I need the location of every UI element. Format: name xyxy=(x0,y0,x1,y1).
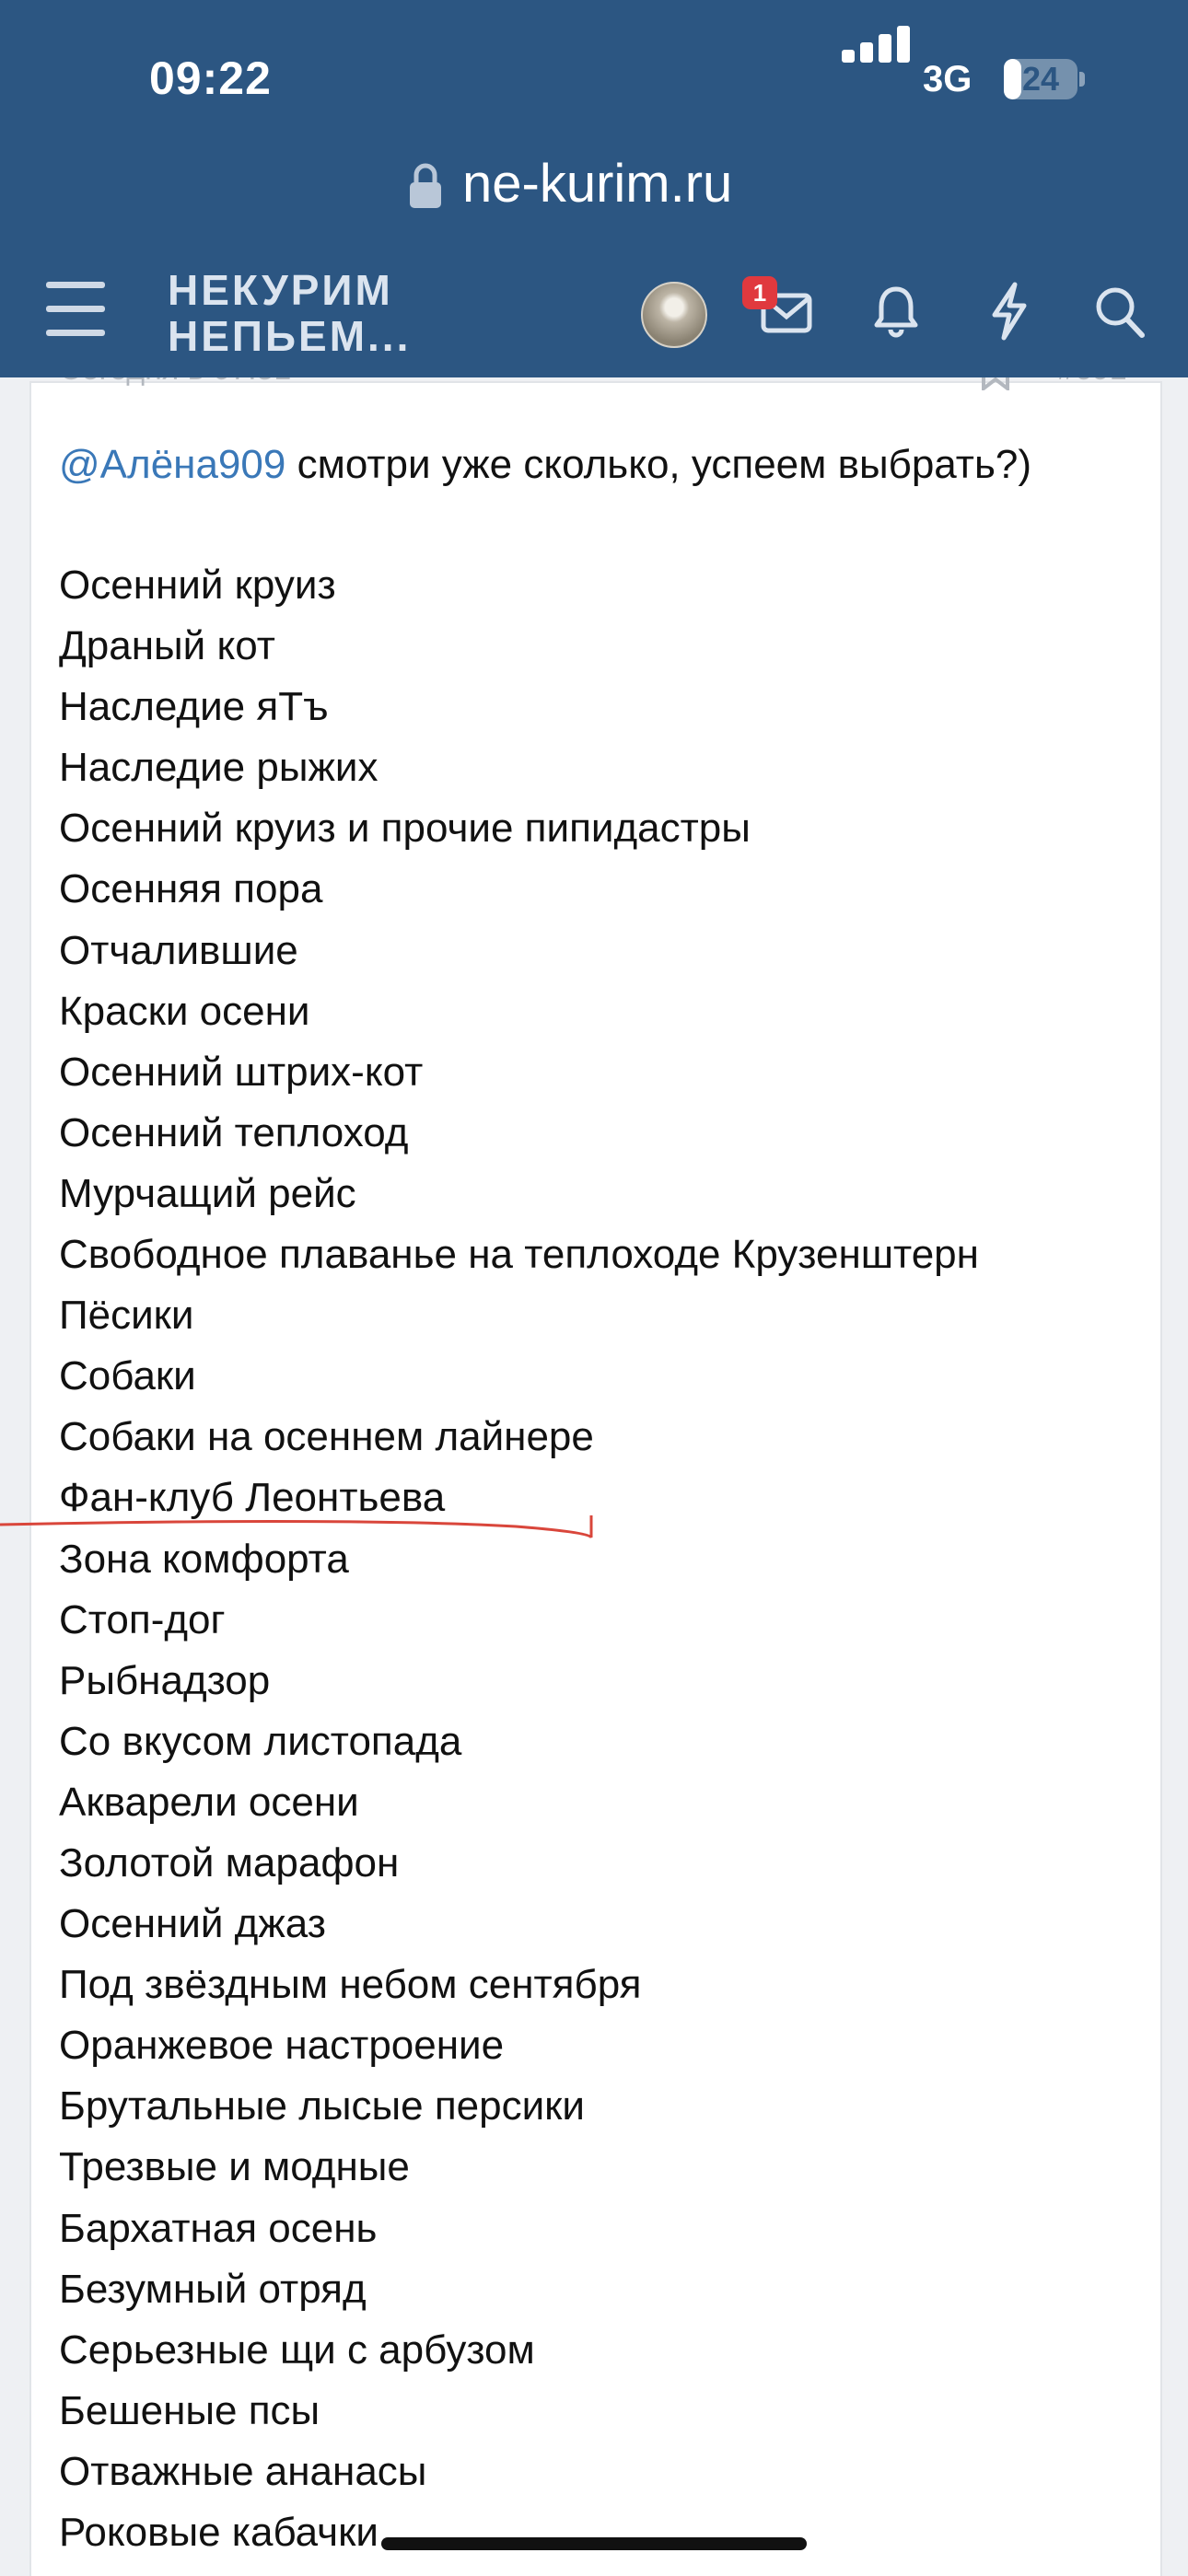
logo-line-2: НЕПЬЕМ... xyxy=(168,312,412,360)
list-item: Стоп-дог xyxy=(59,1596,226,1642)
top-bar: 09:22 3G 24 ne-kurim.ru НЕКУРИМ НЕПЬЕМ..… xyxy=(0,0,1188,377)
list-item: Мурчащий рейс xyxy=(59,1170,356,1216)
list-item: Золотой марафон xyxy=(59,1839,400,1886)
lightning-icon[interactable] xyxy=(989,282,1030,341)
status-time: 09:22 xyxy=(149,52,272,104)
list-item: Отважные ананасы xyxy=(59,2448,427,2494)
notifications-bell-icon[interactable] xyxy=(873,284,919,339)
network-type: 3G xyxy=(923,59,973,99)
list-item: Осенний круиз и прочие пипидастры xyxy=(59,806,751,852)
list-item: Осенний джаз xyxy=(59,1901,326,1947)
list-item: Наследие яТъ xyxy=(59,684,329,730)
intro-text: смотри уже сколько, успеем выбрать?) xyxy=(285,442,1032,487)
list-item: Серьезные щи с арбузом xyxy=(59,2327,535,2373)
list-item: Собаки xyxy=(59,1353,196,1399)
list-item: Со вкусом листопада xyxy=(59,1718,462,1764)
lock-icon xyxy=(410,163,441,208)
list-item: Рыбнадзор xyxy=(59,1657,271,1703)
search-icon[interactable] xyxy=(1094,285,1146,339)
hamburger-menu-icon[interactable] xyxy=(46,282,105,354)
list-item: Осенний теплоход xyxy=(59,1109,409,1155)
battery-icon: 24 xyxy=(1004,59,1077,99)
messages-badge: 1 xyxy=(742,276,777,309)
battery-nub xyxy=(1079,72,1085,87)
list-item: Осенний штрих-кот xyxy=(59,1049,424,1095)
list-item: Роковые кабачки xyxy=(59,2510,379,2555)
list-item: Свободное плаванье на теплоходе Крузеншт… xyxy=(59,1232,979,1278)
list-item: Под звёздным небом сентября xyxy=(59,1962,642,2008)
url-address[interactable]: ne-kurim.ru xyxy=(462,153,732,215)
list-item: Краски осени xyxy=(59,988,310,1034)
post-intro: @Алёна909 смотри уже сколько, успеем выб… xyxy=(59,435,1031,495)
list-item: Бешеные псы xyxy=(59,2387,320,2433)
site-logo[interactable]: НЕКУРИМ НЕПЬЕМ... xyxy=(168,267,411,359)
list-item: Трезвые и модные xyxy=(59,2144,410,2190)
list-item: Осенний круиз xyxy=(59,563,336,608)
list-item: Драный кот xyxy=(59,623,275,669)
list-item: Наследие рыжих xyxy=(59,745,379,791)
name-list: Осенний круиз Драный кот Наследие яТъ Насле… xyxy=(59,555,979,2563)
list-item: Осенняя пора xyxy=(59,866,323,912)
logo-line-1: НЕКУРИМ xyxy=(168,266,393,314)
red-underline-annotation xyxy=(0,1515,593,1539)
list-item: Оранжевое настроение xyxy=(59,2023,505,2069)
battery-level: 24 xyxy=(1021,60,1060,98)
list-item: Собаки на осеннем лайнере xyxy=(59,1414,594,1460)
list-item: Безумный отряд xyxy=(59,2266,367,2312)
list-item: Брутальные лысые персики xyxy=(59,2083,585,2129)
list-item: Пёсики xyxy=(59,1293,194,1339)
user-avatar[interactable] xyxy=(641,282,707,348)
list-item: Акварели осени xyxy=(59,1779,359,1825)
list-item: Отчалившие xyxy=(59,927,298,973)
user-mention-link[interactable]: @Алёна909 xyxy=(59,442,285,487)
home-indicator[interactable] xyxy=(381,2537,807,2550)
list-item: Бархатная осень xyxy=(59,2205,378,2251)
